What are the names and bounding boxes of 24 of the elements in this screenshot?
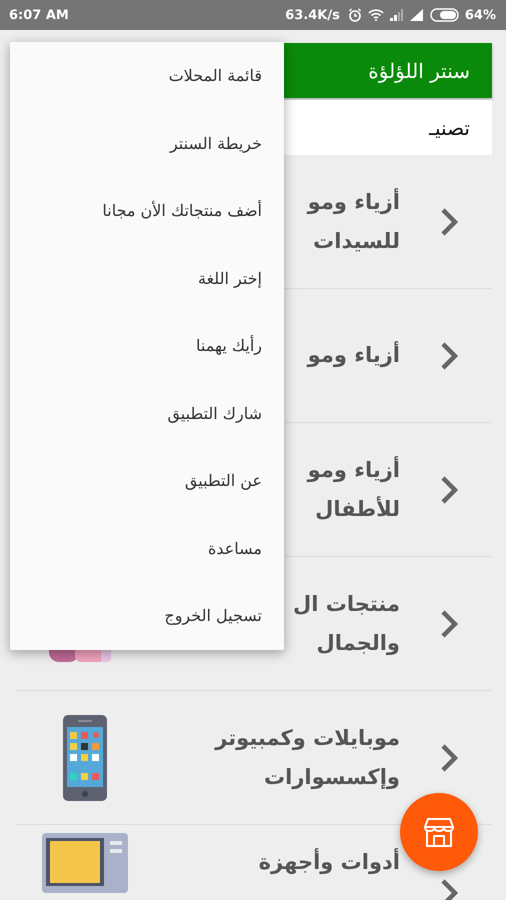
category-title: وإكسسوارات bbox=[264, 764, 400, 792]
menu-item[interactable]: رأيك يهمنا bbox=[196, 336, 262, 356]
category-title: أدوات وأجهزة bbox=[258, 847, 400, 876]
menu-item[interactable]: إختر اللغة bbox=[198, 268, 262, 288]
category-title: والجمال bbox=[316, 630, 400, 658]
menu-item[interactable]: أضف منتجاتك الأن مجانا bbox=[102, 201, 262, 220]
category-tab[interactable]: تصنيـ bbox=[429, 116, 470, 140]
menu-item[interactable]: خريطة السنتر bbox=[170, 134, 262, 153]
menu-item[interactable]: تسجيل الخروج bbox=[164, 606, 262, 626]
menu-item[interactable]: شارك التطبيق bbox=[167, 404, 262, 423]
clock-time: 6:07 AM bbox=[9, 8, 69, 22]
menu-item[interactable]: عن التطبيق bbox=[184, 471, 262, 490]
category-title: للأطفال bbox=[315, 495, 400, 522]
category-title: منتجات ال bbox=[293, 590, 400, 618]
network-speed: 63.4K/s bbox=[285, 8, 340, 22]
app-title: سنتر اللؤلؤة bbox=[368, 58, 470, 82]
menu-item[interactable]: قائمة المحلات bbox=[168, 66, 262, 86]
battery-percent: 64% bbox=[464, 8, 496, 22]
menu-item[interactable]: مساعدة bbox=[208, 538, 262, 558]
category-title: للسيدات bbox=[313, 228, 400, 254]
category-title: أزياء ومو bbox=[308, 455, 400, 484]
category-title: أزياء ومو bbox=[308, 187, 400, 216]
category-title: موبايلات وكمبيوتر bbox=[215, 724, 400, 752]
category-title: أزياء ومو bbox=[308, 340, 400, 370]
